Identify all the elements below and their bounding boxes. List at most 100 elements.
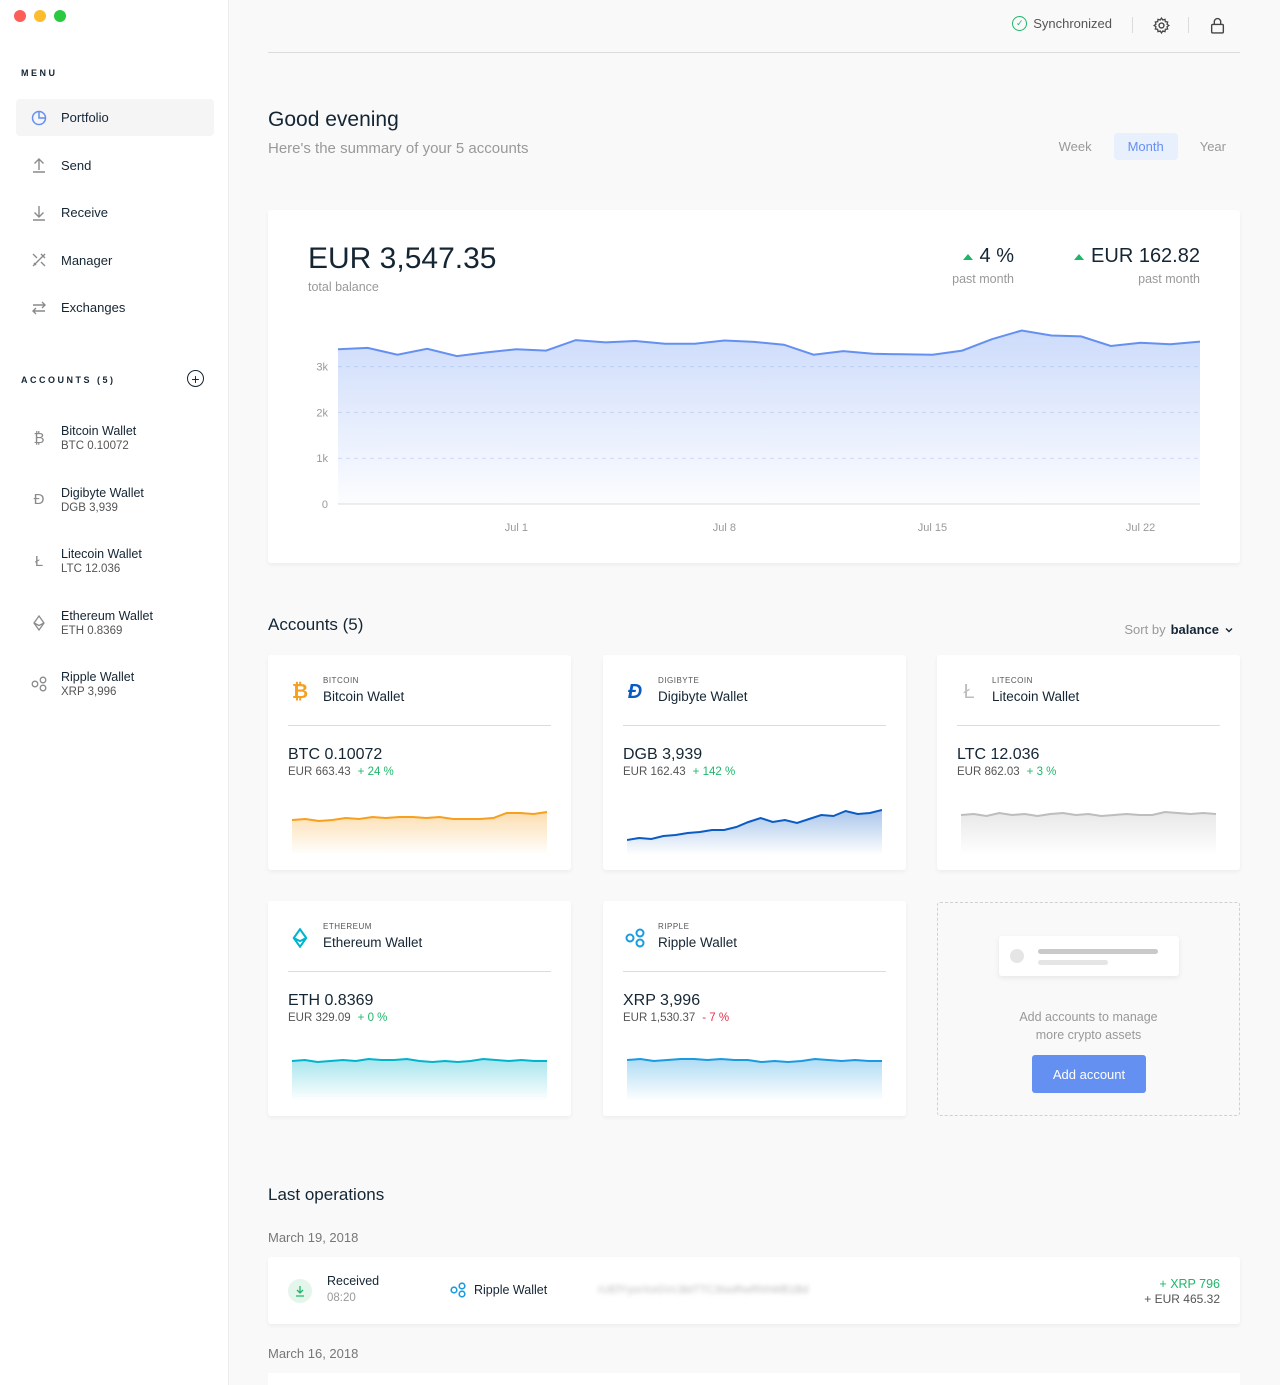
period-year[interactable]: Year: [1186, 133, 1240, 160]
operation-row[interactable]: Received 08:20 Ripple Wallet rUEfYyorXoG…: [268, 1257, 1240, 1324]
bitcoin-icon: ₿: [291, 680, 309, 703]
wallet-card-ripple[interactable]: RIPPLE Ripple Wallet XRP 3,996 EUR 1,530…: [603, 901, 906, 1116]
add-account-button[interactable]: Add account: [1032, 1055, 1146, 1093]
y-tick-label: 0: [322, 499, 328, 511]
x-tick-label: Jul 1: [505, 522, 528, 534]
wallet-change: + 24 %: [357, 766, 394, 778]
wallet-eur-value: EUR 1,530.37: [623, 1012, 696, 1024]
maximize-window-button[interactable]: [54, 10, 66, 22]
wallet-change: + 3 %: [1026, 766, 1057, 778]
menu-item-label: Receive: [61, 205, 108, 220]
divider: [1132, 17, 1133, 33]
sidebar-account-digibyte[interactable]: Đ Digibyte Wallet DGB 3,939: [16, 477, 214, 523]
operation-row[interactable]: [268, 1373, 1240, 1385]
period-week[interactable]: Week: [1045, 133, 1106, 160]
operation-eur-amount: + EUR 465.32: [1144, 1292, 1220, 1306]
wallet-card-digibyte[interactable]: Đ DIGIBYTE Digibyte Wallet DGB 3,939 EUR…: [603, 655, 906, 870]
x-tick-label: Jul 22: [1126, 522, 1155, 534]
wallet-eur-row: EUR 329.09 + 0 %: [288, 1012, 387, 1024]
wallet-name: Ripple Wallet: [658, 935, 738, 950]
menu-title: MENU: [21, 68, 58, 78]
menu-item-label: Send: [61, 157, 92, 173]
y-tick-label: 2k: [316, 407, 328, 419]
wallet-name: Bitcoin Wallet: [323, 689, 405, 704]
wallet-currency: BITCOIN: [323, 676, 359, 685]
y-tick-label: 1k: [316, 453, 328, 465]
x-tick-label: Jul 8: [713, 522, 736, 534]
digibyte-icon: Đ: [627, 680, 643, 703]
wallet-change: + 142 %: [692, 766, 736, 778]
operation-date: March 16, 2018: [268, 1346, 359, 1361]
sidebar-account-bitcoin[interactable]: ₿ Bitcoin Wallet BTC 0.10072: [16, 415, 214, 461]
wallet-eur-row: EUR 162.43 + 142 %: [623, 766, 735, 778]
sparkline-area: [961, 812, 1216, 855]
sort-dropdown[interactable]: Sort by balance: [1124, 622, 1234, 637]
period-selector: Week Month Year: [1045, 133, 1240, 160]
account-name: Bitcoin Wallet: [61, 424, 137, 438]
account-name: Ripple Wallet: [61, 670, 135, 684]
ripple-icon: [623, 926, 647, 950]
tools-icon: [30, 251, 48, 269]
wallet-currency: LITECOIN: [992, 676, 1033, 685]
period-month[interactable]: Month: [1113, 133, 1178, 160]
accounts-title: ACCOUNTS (5): [21, 375, 116, 385]
received-icon: [288, 1279, 312, 1303]
litecoin-icon: Ł: [963, 680, 975, 703]
minimize-window-button[interactable]: [34, 10, 46, 22]
wallet-name: Digibyte Wallet: [658, 689, 748, 704]
account-name: Digibyte Wallet: [61, 485, 144, 500]
sidebar: MENU Portfolio Send Receive Manager Exch…: [0, 0, 229, 1385]
add-account-text-line2: more crypto assets: [1035, 1028, 1142, 1042]
account-balance: DGB 3,939: [61, 501, 118, 514]
wallet-eur-row: EUR 663.43 + 24 %: [288, 766, 394, 778]
pie-chart-icon: [30, 109, 48, 127]
wallet-eur-value: EUR 162.43: [623, 766, 686, 778]
wallet-sparkline: [292, 1057, 547, 1101]
sparkline-area: [627, 810, 882, 855]
x-tick-label: Jul 15: [918, 522, 947, 534]
sync-status[interactable]: ✓ Synchronized: [1012, 16, 1112, 31]
add-account-card: Add accounts to manage more crypto asset…: [937, 902, 1240, 1116]
operation-wallet-name: Ripple Wallet: [474, 1283, 548, 1297]
menu-item-portfolio[interactable]: Portfolio: [16, 99, 214, 136]
chevron-down-icon: [1225, 627, 1233, 632]
add-account-icon[interactable]: +: [187, 370, 204, 387]
check-circle-icon: ✓: [1012, 16, 1028, 31]
menu-item-receive[interactable]: Receive: [16, 194, 214, 231]
close-window-button[interactable]: [14, 10, 26, 22]
sync-label: Synchronized: [1033, 16, 1112, 31]
menu-item-manager[interactable]: Manager: [16, 242, 214, 279]
operation-address: rUEfYyorXoGVc3btTTC3IsoRwRhhWB1Bd: [598, 1284, 809, 1296]
account-balance: ETH 0.8369: [61, 624, 123, 637]
sidebar-account-litecoin[interactable]: Ł Litecoin Wallet LTC 12.036: [16, 538, 214, 584]
wallet-amount: DGB 3,939: [623, 746, 703, 763]
wallet-card-bitcoin[interactable]: ₿ BITCOIN Bitcoin Wallet BTC 0.10072 EUR…: [268, 655, 571, 870]
bitcoin-icon: ₿: [33, 429, 45, 447]
balance-chart: 0 1k 2k 3k Jul 1 Jul 8 Jul 15 Jul 22: [316, 329, 1201, 534]
greeting-title: Good evening: [268, 108, 399, 131]
digibyte-icon: Đ: [33, 491, 45, 508]
operation-time: 08:20: [327, 1292, 356, 1304]
add-account-text: Add accounts to manage more crypto asset…: [938, 1008, 1239, 1044]
ethereum-icon: [30, 614, 48, 632]
operations-heading: Last operations: [268, 1185, 385, 1204]
sidebar-account-ethereum[interactable]: Ethereum Wallet ETH 0.8369: [16, 600, 214, 646]
menu-item-exchanges[interactable]: Exchanges: [16, 289, 214, 326]
wallet-card-litecoin[interactable]: Ł LITECOIN Litecoin Wallet LTC 12.036 EU…: [937, 655, 1240, 870]
ripple-icon: [450, 1282, 466, 1298]
wallet-card-ethereum[interactable]: ETHEREUM Ethereum Wallet ETH 0.8369 EUR …: [268, 901, 571, 1116]
menu-item-label: Manager: [61, 252, 113, 268]
wallet-eur-row: EUR 862.03 + 3 %: [957, 766, 1056, 778]
menu-item-send[interactable]: Send: [16, 147, 214, 184]
lock-icon[interactable]: [1208, 16, 1226, 34]
wallet-eur-value: EUR 663.43: [288, 766, 351, 778]
operation-wallet: Ripple Wallet: [450, 1282, 547, 1298]
sidebar-account-ripple[interactable]: Ripple Wallet XRP 3,996: [16, 661, 214, 707]
account-balance: XRP 3,996: [61, 686, 117, 698]
wallet-card-header: RIPPLE Ripple Wallet: [623, 921, 886, 972]
wallet-amount: ETH 0.8369: [288, 992, 374, 1009]
account-balance: LTC 12.036: [61, 563, 121, 575]
wallet-card-header: Ł LITECOIN Litecoin Wallet: [957, 675, 1220, 726]
gear-icon[interactable]: [1152, 16, 1170, 34]
wallet-eur-value: EUR 862.03: [957, 766, 1020, 778]
